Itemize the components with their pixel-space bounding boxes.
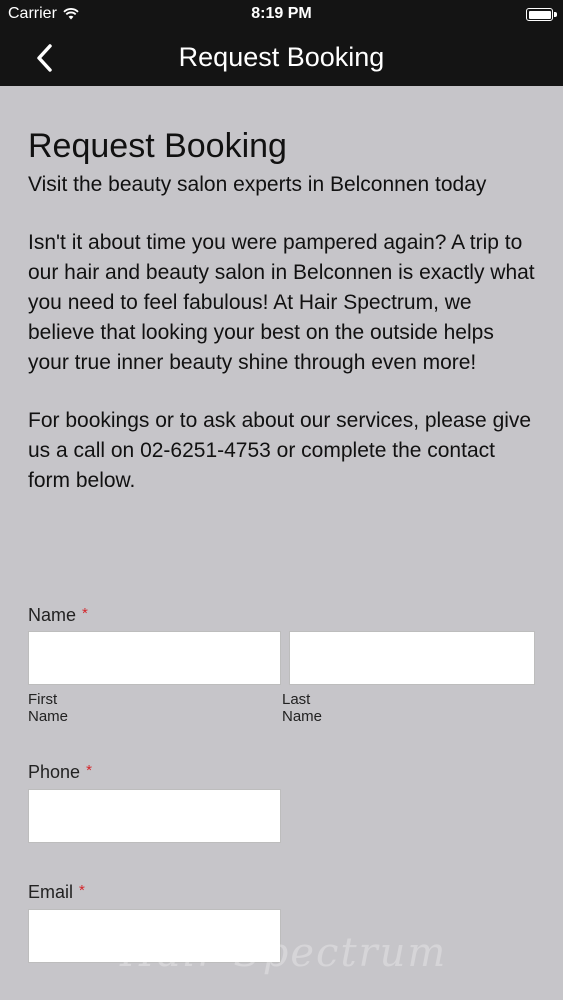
nav-title: Request Booking (178, 42, 385, 72)
page-title: Request Booking (28, 127, 287, 165)
required-marker: * (82, 605, 88, 622)
main-content: Request Booking Visit the beauty salon e… (28, 86, 538, 496)
email-label: Email * (28, 882, 85, 902)
first-name-field[interactable] (28, 631, 281, 685)
phone-field[interactable] (28, 789, 281, 843)
status-bar: Carrier 8:19 PM (0, 0, 563, 30)
nav-bar: Request Booking (0, 30, 563, 86)
status-time: 8:19 PM (251, 5, 312, 22)
last-name-field[interactable] (289, 631, 535, 685)
phone-label: Phone * (28, 762, 92, 782)
name-label: Name * (28, 605, 88, 625)
first-name-sublabel: First Name (28, 691, 69, 725)
background-watermark: Hair Spectrum (120, 930, 448, 976)
intro-paragraph: Isn't it about time you were pampered ag… (28, 231, 535, 374)
required-marker: * (86, 762, 92, 779)
last-name-sublabel: Last Name (282, 691, 323, 725)
battery-icon (526, 8, 557, 21)
contact-paragraph: For bookings or to ask about our service… (28, 409, 532, 492)
page-subtitle: Visit the beauty salon experts in Belcon… (28, 173, 487, 196)
required-marker: * (79, 882, 85, 899)
